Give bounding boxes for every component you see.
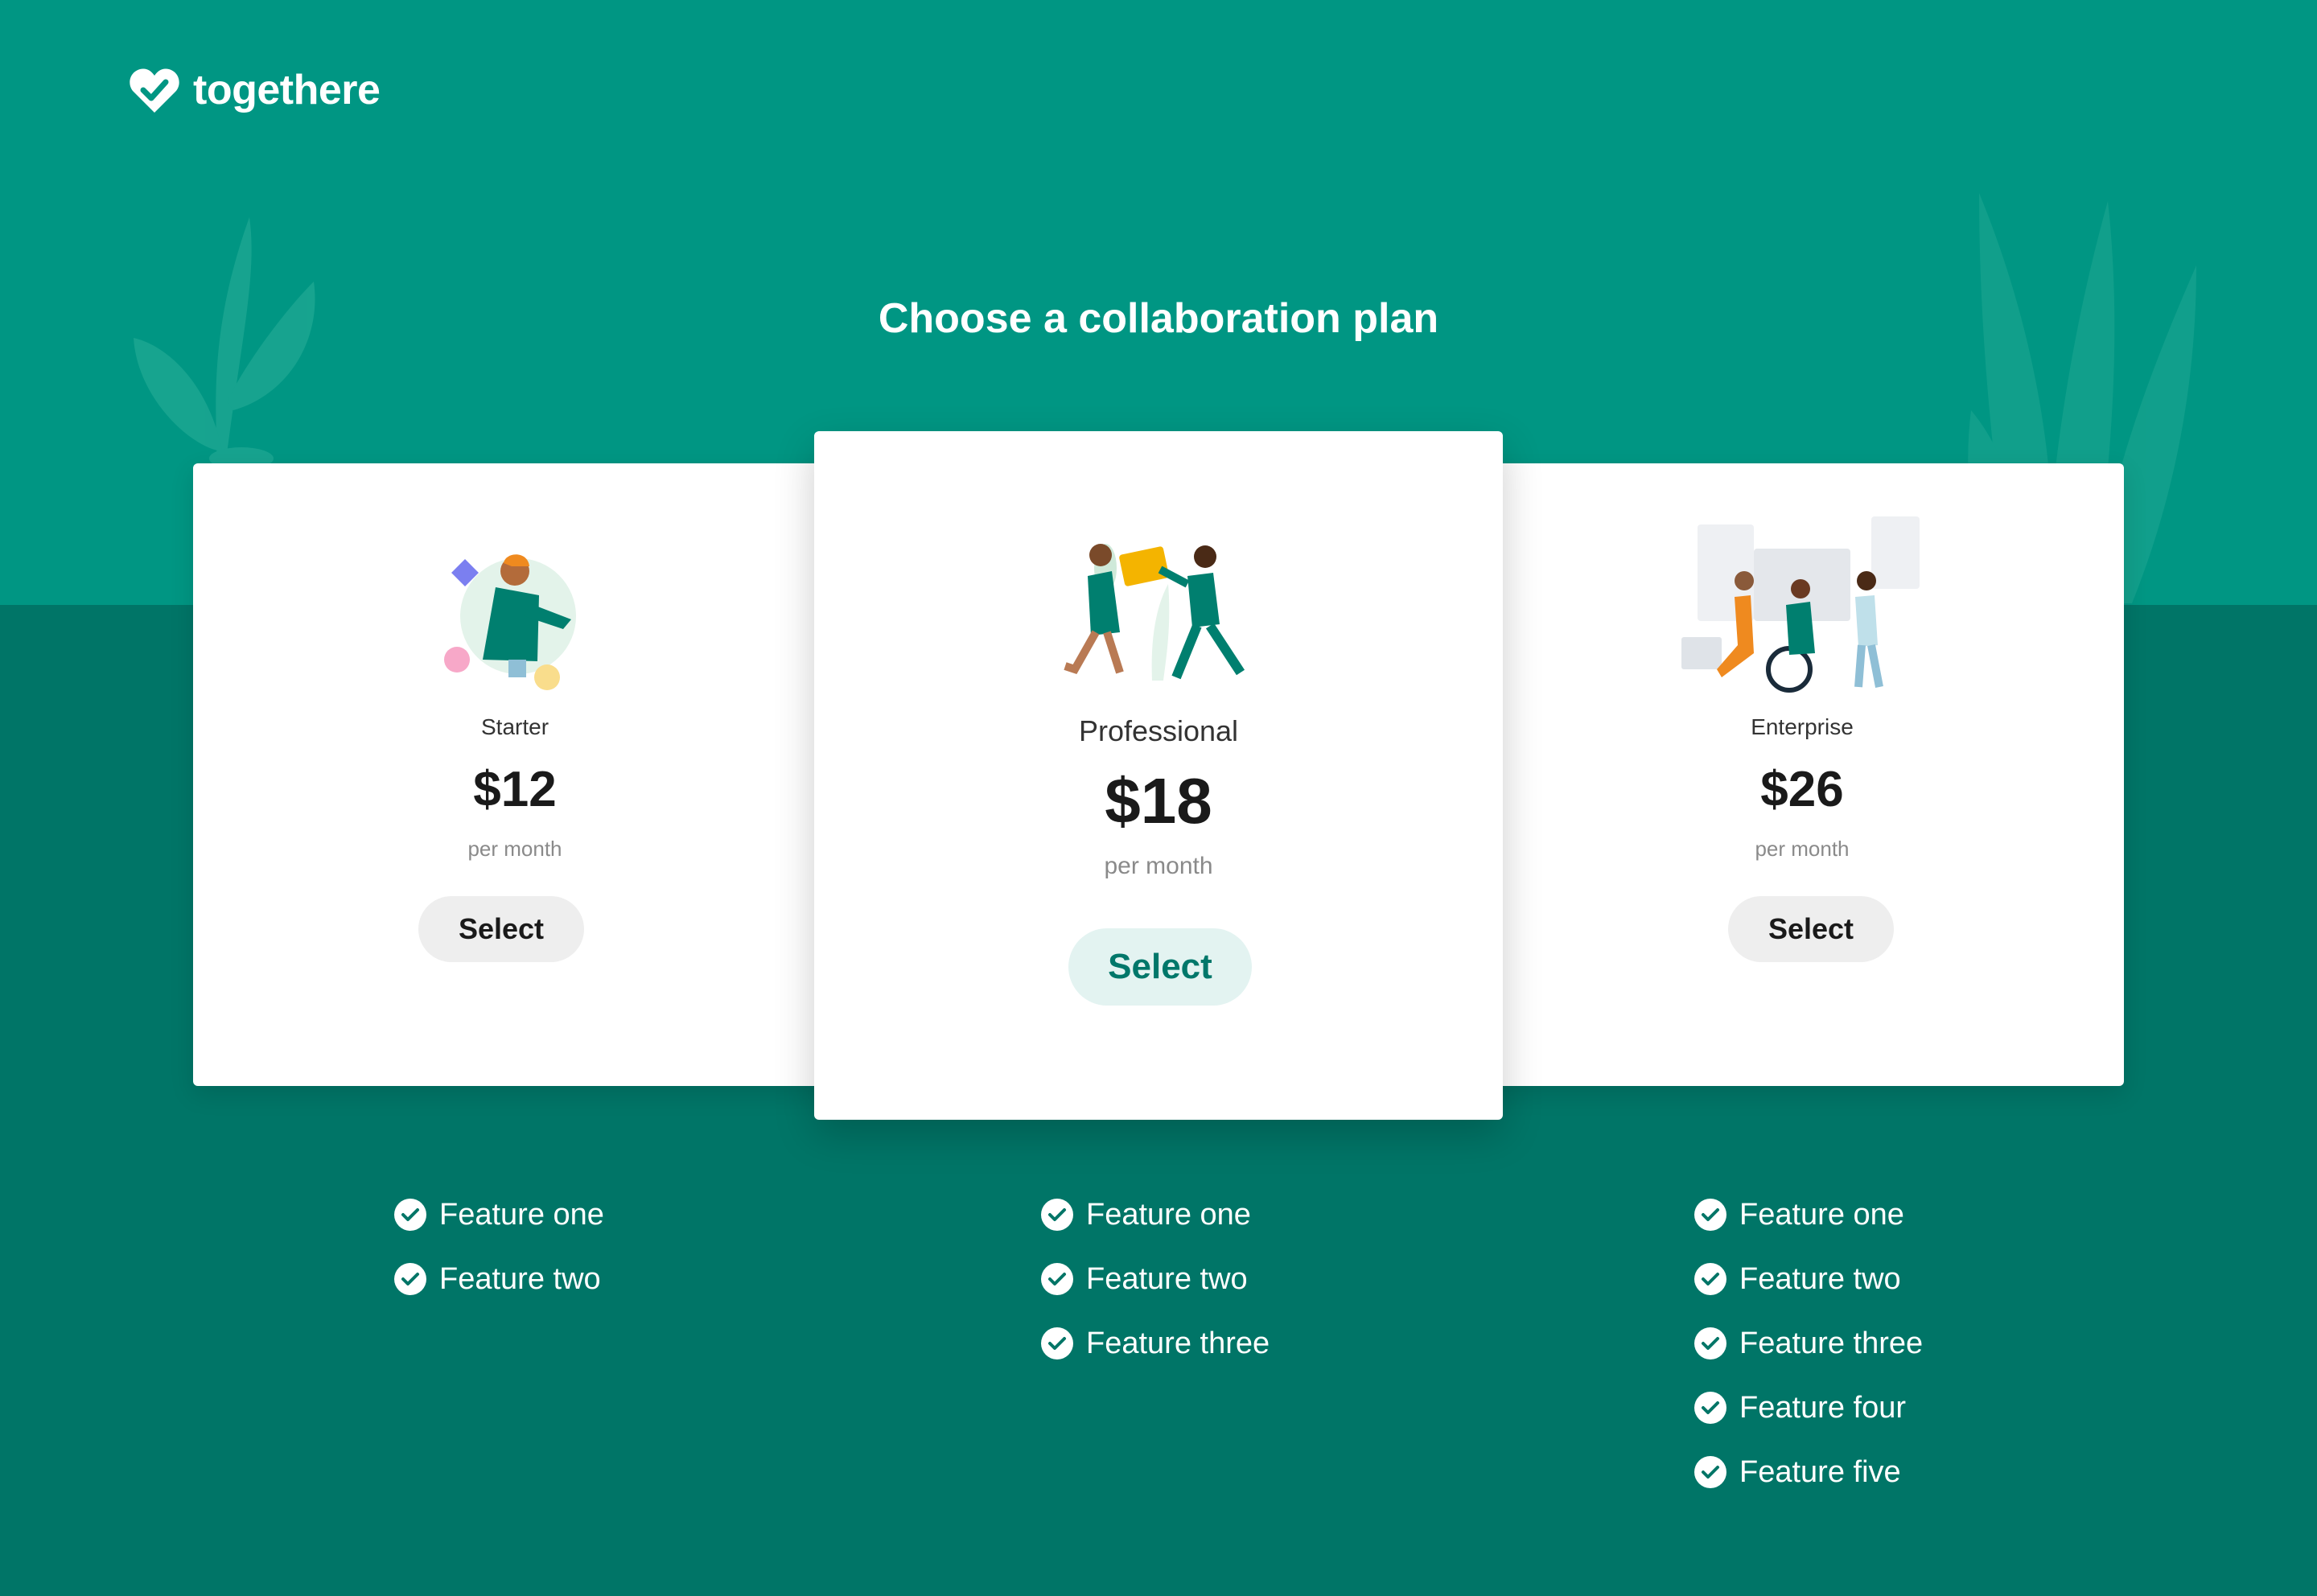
feature-item: Feature one	[1041, 1197, 1270, 1232]
plan-name: Professional	[1078, 714, 1239, 747]
check-circle-icon	[1694, 1456, 1726, 1488]
plan-period: per month	[1755, 837, 1850, 861]
starter-feature-list: Feature one Feature two	[394, 1197, 604, 1326]
brand-logo[interactable]: togethere	[129, 64, 381, 116]
feature-item: Feature one	[394, 1197, 604, 1232]
plan-price: $12	[473, 762, 557, 817]
plan-period: per month	[1104, 853, 1213, 879]
feature-label: Feature three	[1739, 1326, 1924, 1360]
feature-label: Feature two	[439, 1261, 601, 1296]
heart-check-icon	[130, 68, 179, 113]
plan-price: $18	[1105, 765, 1212, 837]
feature-label: Feature one	[439, 1197, 604, 1232]
feature-item: Feature two	[394, 1261, 604, 1297]
select-professional-button[interactable]: Select	[1068, 928, 1252, 1006]
plan-name: Starter	[480, 714, 549, 739]
check-circle-icon	[1694, 1327, 1726, 1359]
brand-name: togethere	[193, 67, 381, 113]
feature-item: Feature three	[1041, 1326, 1270, 1361]
professional-illustration	[1064, 544, 1245, 681]
select-starter-button[interactable]: Select	[418, 896, 584, 962]
feature-item: Feature three	[1694, 1326, 1923, 1361]
plan-card-professional: Professional $18 per month Select	[814, 431, 1503, 1120]
feature-label: Feature five	[1739, 1454, 1901, 1489]
check-circle-icon	[394, 1263, 426, 1295]
check-circle-icon	[1694, 1392, 1726, 1424]
feature-item: Feature one	[1694, 1197, 1923, 1232]
page-title: Choose a collaboration plan	[878, 295, 1439, 342]
check-circle-icon	[1694, 1199, 1726, 1231]
check-circle-icon	[1041, 1327, 1073, 1359]
plan-card-enterprise: Enterprise $26 per month Select	[1480, 463, 2124, 1086]
feature-item: Feature four	[1694, 1390, 1923, 1425]
check-circle-icon	[394, 1199, 426, 1231]
feature-label: Feature one	[1739, 1197, 1904, 1232]
plan-price: $26	[1760, 762, 1844, 817]
check-circle-icon	[1694, 1263, 1726, 1295]
professional-feature-list: Feature one Feature two Feature three	[1041, 1197, 1270, 1390]
feature-label: Feature two	[1086, 1261, 1248, 1296]
plan-period: per month	[467, 837, 562, 861]
select-enterprise-button[interactable]: Select	[1728, 896, 1894, 962]
plan-card-starter: Starter $12 per month Select	[193, 463, 837, 1086]
plan-name: Enterprise	[1751, 714, 1854, 739]
enterprise-illustration	[1681, 516, 1920, 693]
enterprise-feature-list: Feature one Feature two Feature three Fe…	[1694, 1197, 1923, 1519]
feature-label: Feature three	[1086, 1326, 1270, 1360]
feature-item: Feature two	[1694, 1261, 1923, 1297]
feature-label: Feature two	[1739, 1261, 1901, 1296]
feature-item: Feature five	[1694, 1454, 1923, 1490]
feature-label: Feature one	[1086, 1197, 1251, 1232]
check-circle-icon	[1041, 1263, 1073, 1295]
feature-item: Feature two	[1041, 1261, 1270, 1297]
check-circle-icon	[1041, 1199, 1073, 1231]
feature-label: Feature four	[1739, 1390, 1906, 1425]
starter-illustration	[444, 554, 576, 690]
